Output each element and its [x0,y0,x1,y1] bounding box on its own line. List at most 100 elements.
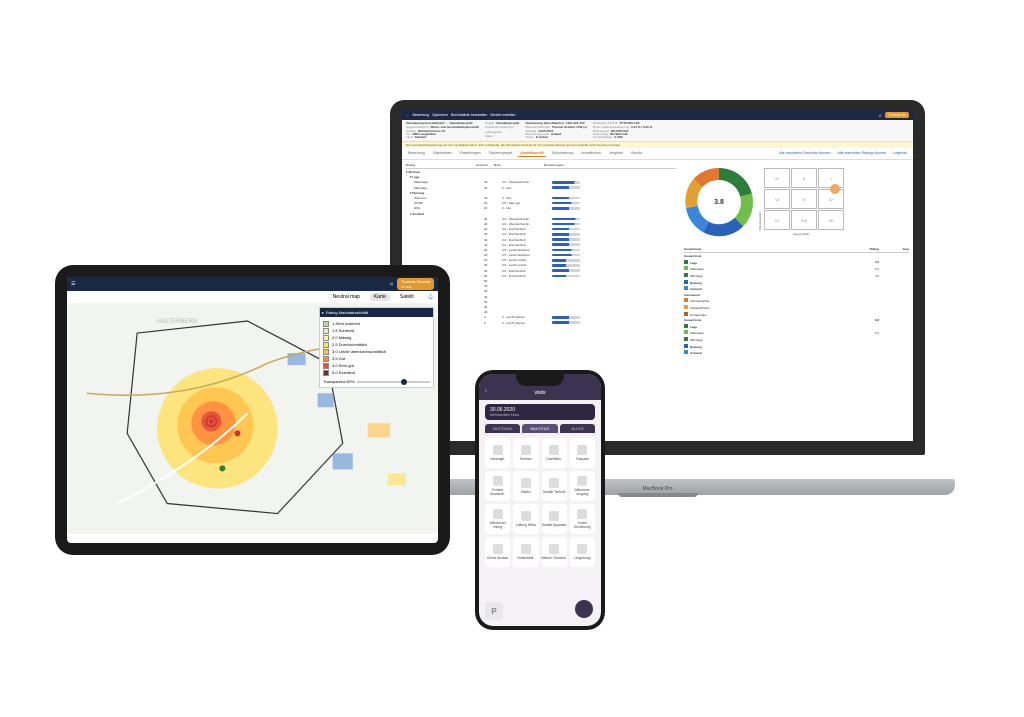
legend-item: 2.5 Durchschnittlich [323,341,430,348]
summary-row: Nutzung [684,343,909,350]
back-icon[interactable]: ‹ [485,388,487,394]
back-icon[interactable]: ← [406,113,410,117]
tab-flächenspiegel[interactable]: Flächenspiegel [487,150,515,157]
tab-qualitätsprofil[interactable]: Qualitätsprofil [518,150,546,157]
user-icon[interactable]: ☺ [389,281,394,287]
tile-k-che-ausbau[interactable]: Küche Ausbau [485,537,510,567]
info-row: Status [485,135,519,138]
transparency-slider[interactable]: Transparenz 60% [323,379,430,384]
tile-dachfl-ch-[interactable]: Dachfläch. [542,438,567,468]
visits-app: ‹ visits 30.06.2020 Mehrfamilien Haus NU… [479,374,601,626]
legend-item: 1.5 Schlecht [323,327,430,334]
user-icon[interactable]: ☺ [878,113,882,118]
tile-umgebung[interactable]: Umgebung [570,537,595,567]
right-panel: 3.8 Objektqualität IIIIIIVIVIVIXVIIIVII … [680,160,913,441]
tile-wandv-deckenv-[interactable]: Wandv. Deckenv. [542,537,567,567]
menu-icon[interactable]: ☰ [71,281,75,287]
legend-item: 4.0 Sehr gut [323,362,430,369]
tile-icon [521,478,531,488]
tile-icon [577,476,587,486]
fab-button[interactable] [575,600,593,618]
phone-tab-alles[interactable]: ALLES [560,424,595,433]
legend-item: 5.0 Exzellent [323,369,430,376]
summary-row: Ertragsrisiko [684,311,909,318]
anchor-icon[interactable]: ⚓ [428,294,434,300]
map-viewport[interactable]: HALTERBERG ▸Rating Marktattraktivi [67,303,438,537]
legend-title[interactable]: ▸Rating Marktattraktivität [320,308,433,317]
summary-row: Gesamtnote3.8 [684,317,909,323]
map-app: ☰ ☺ Thomas SchmidFP Test Neutral map Kart… [67,277,438,543]
user-chip[interactable]: Thomas Sc [885,112,909,118]
summary-row: Zustand [684,349,909,356]
tile-hinaufgel-[interactable]: Hinaufgel. [485,438,510,468]
edit-report-button[interactable]: Berichtsliste bearbeiten [451,113,487,117]
tab-investitionen[interactable]: Investitionen [579,150,603,157]
tab-objektdaten[interactable]: Objektdaten [431,150,454,157]
create-report-button[interactable]: Bericht erstellen [490,113,515,117]
summary-row: Lage4.0 [684,259,909,266]
legend-item: 3.0 Leicht überdurchschnittlich [323,348,430,355]
tab-vergleich[interactable]: Vergleich [607,150,625,157]
matrix-x-axis: Lagequalität [793,232,809,236]
app-topbar: ← Bewertung Speichern Berichtsliste bear… [402,110,913,120]
laptop-lid: ← Bewertung Speichern Berichtsliste bear… [390,100,925,455]
tab-einstellungen[interactable]: Einstellungen [458,150,483,157]
summary-row: Zustand [684,285,909,292]
tile-sanit-r-apparate[interactable]: Sanitär Apparate [542,504,567,534]
tile-fassade[interactable]: Fassade [570,438,595,468]
header-info: Überbauung beim Bahnhof›Standardprojekt … [402,120,913,142]
legend-item: 3.5 Gut [323,355,430,362]
map-legend: ▸Rating Marktattraktivität 1-Sehr schlec… [319,307,434,388]
tile-grid: Hinaufgel.RohbauDachfläch.Fassade Fenster… [479,433,601,572]
app-title: Bewertung [413,113,430,117]
tile-icon [521,445,531,455]
map-mode-neutral map[interactable]: Neutral map [329,293,364,301]
phone-tab-bauteile[interactable]: BAUTEILE [522,424,557,433]
tile-fenster-aussenth-[interactable]: Fenster Aussenth. [485,471,510,501]
tile-elektro[interactable]: Elektro [513,471,538,501]
tile-rohbau[interactable]: Rohbau [513,438,538,468]
date-card[interactable]: 30.06.2020 Mehrfamilien Haus [485,404,595,420]
tile-icon [521,511,531,521]
info-row: Zu-/Abschläge0 CHF [593,136,652,139]
tab-strip: Bewertung Objektdaten Einstellungen Flächen… [402,148,913,160]
tile-icon [493,476,503,486]
parking-button[interactable]: P [485,602,503,620]
tile-bodenbel-[interactable]: Bodenbelä. [513,537,538,567]
phone-device: ‹ visits 30.06.2020 Mehrfamilien Haus NU… [475,370,605,630]
info-row: StatusIn Arbeit [525,136,587,139]
summary-row: Lage [684,323,909,330]
matrix-cell: II [791,168,817,188]
matrix-cell: VIII [791,210,817,230]
save-button[interactable]: Speichern [432,113,448,117]
quality-matrix: IIIIIIVIVIVIXVIIIVII [764,168,844,230]
tablet-topbar: ☰ ☺ Thomas SchmidFP Test [67,277,438,291]
summary-row: Makrolage4.0 [684,266,909,273]
tile-sanit-r-technik[interactable]: Sanitär Technik [542,471,567,501]
tile-l-ftung-klima[interactable]: Lüftung Klima [513,504,538,534]
tile-w-rmevert-eilung[interactable]: Wärmevert eilung [485,504,510,534]
tile-k-che-einrichtung[interactable]: Küche Einrichtung [570,504,595,534]
laptop-badge: MacBook Pro [642,486,672,492]
tablet-device: ☰ ☺ Thomas SchmidFP Test Neutral map Kart… [55,265,450,555]
summary-row: Verkäuflichkeit [684,304,909,311]
tile-icon [493,445,503,455]
tile-icon [577,445,587,455]
tab-action[interactable]: Legende [891,150,909,157]
tile-icon [493,544,503,554]
map-mode-karte[interactable]: Karte [370,293,390,301]
matrix-cell: VII [818,210,844,230]
tile-w-rmever-sorgung[interactable]: Wärmever. sorgung [570,471,595,501]
user-chip[interactable]: Thomas SchmidFP Test [397,278,434,290]
tab-diskontierung[interactable]: Diskontierung [550,150,575,157]
info-row: LandSchweiz [406,136,479,139]
tab-bewertung[interactable]: Bewertung [406,150,427,157]
tab-bericht[interactable]: Bericht [629,150,644,157]
matrix-cell: III [764,168,790,188]
tab-action[interactable]: Alle manuellen Ratings löschen [836,150,889,157]
donut-chart: 3.8 [684,167,754,237]
phone-tab-nutzung[interactable]: NUTZUNG [485,424,520,433]
tile-icon [549,478,559,488]
tab-action[interactable]: Alle manuellen Gewichte löschen [777,150,833,157]
map-mode-satelit[interactable]: Satelit [396,293,418,301]
